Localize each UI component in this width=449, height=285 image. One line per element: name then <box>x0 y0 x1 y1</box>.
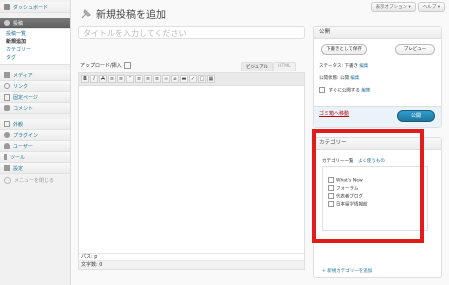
plugin-icon <box>4 132 10 138</box>
page-icon <box>4 93 10 101</box>
menu-comments[interactable]: コメント <box>0 103 70 114</box>
menu-dashboard-label: ダッシュボード <box>13 4 49 11</box>
collapse-menu[interactable]: メニューを閉じる <box>0 174 70 187</box>
submenu-all-posts[interactable]: 投稿一覧 <box>0 30 70 38</box>
users-icon <box>4 143 10 149</box>
menu-posts[interactable]: 投稿 <box>0 18 70 29</box>
submenu-categories[interactable]: カテゴリー <box>0 46 70 54</box>
screen-options-button[interactable]: 表示オプション ▾ <box>370 2 416 12</box>
status-edit-link[interactable]: 編集 <box>359 64 368 69</box>
settings-icon <box>4 165 10 171</box>
save-draft-button[interactable]: 下書きとして保存 <box>321 44 367 55</box>
tab-visual[interactable]: ビジュアル <box>241 62 274 71</box>
schedule-label: すぐに公開する <box>328 88 360 94</box>
tools-icon <box>4 154 7 160</box>
link-icon <box>4 83 10 89</box>
tab-html[interactable]: HTML <box>273 62 296 71</box>
align-center-icon[interactable]: ≡ <box>144 75 152 83</box>
kitchen-sink-icon[interactable]: ▦ <box>207 75 215 83</box>
menu-settings-label: 設定 <box>13 165 24 172</box>
publish-box: 公開 下書きとして保存 プレビュー ステータス: 下書き 編集 公開状態: 公開… <box>313 26 442 128</box>
menu-tools[interactable]: ツール <box>0 152 70 163</box>
publish-button[interactable]: 公開 <box>397 110 435 122</box>
publish-actions: ゴミ箱へ移動 公開 <box>314 106 441 127</box>
publish-box-title: 公開 <box>314 27 441 39</box>
appearance-icon <box>4 121 10 127</box>
link-icon[interactable]: ∞ <box>162 75 170 83</box>
more-tag-icon[interactable]: ▬ <box>180 75 188 83</box>
dashboard-icon <box>4 4 10 10</box>
italic-icon[interactable]: I <box>90 75 98 83</box>
comment-icon <box>4 105 10 111</box>
collapse-icon <box>4 177 11 184</box>
trash-link[interactable]: ゴミ箱へ移動 <box>319 110 349 117</box>
help-label: ヘルプ <box>422 5 437 10</box>
admin-sidebar: ダッシュボード 投稿 投稿一覧 新規追加 カテゴリー タグ メディア リンク 固… <box>0 0 71 285</box>
posts-submenu: 投稿一覧 新規追加 カテゴリー タグ <box>0 29 70 65</box>
visibility-edit-link[interactable]: 編集 <box>350 76 359 81</box>
post-title-input[interactable]: タイトルを入力してください <box>78 26 305 39</box>
menu-posts-label: 投稿 <box>13 20 24 27</box>
bold-icon[interactable]: B <box>81 75 89 83</box>
menu-appearance[interactable]: 外観 <box>0 119 70 130</box>
schedule-edit-link[interactable]: 編集 <box>361 89 370 94</box>
align-right-icon[interactable]: ≡ <box>153 75 161 83</box>
menu-plugins[interactable]: プラグイン <box>0 130 70 141</box>
align-left-icon[interactable]: ≡ <box>135 75 143 83</box>
editor-toolbar: B I A ≡ ≡ “ ≡ ≡ ≡ ∞ ⌀ ▬ ✓ □ ▦ <box>79 73 304 86</box>
visibility-row: 公開状態: 公開 編集 <box>319 75 359 81</box>
menu-media[interactable]: メディア <box>0 70 70 81</box>
menu-dashboard[interactable]: ダッシュボード <box>0 2 70 13</box>
menu-media-label: メディア <box>13 72 33 79</box>
menu-appearance-label: 外観 <box>13 121 24 128</box>
strikethrough-icon[interactable]: A <box>99 75 107 83</box>
bullet-list-icon[interactable]: ≡ <box>108 75 116 83</box>
highlight-frame <box>312 129 424 243</box>
numbered-list-icon[interactable]: ≡ <box>117 75 125 83</box>
screen-options-label: 表示オプション <box>375 5 408 10</box>
menu-pages[interactable]: 固定ページ <box>0 92 70 103</box>
status-row: ステータス: 下書き 編集 <box>319 63 368 69</box>
menu-links[interactable]: リンク <box>0 81 70 92</box>
submenu-add-new[interactable]: 新規追加 <box>0 38 70 46</box>
schedule-row: すぐに公開する 編集 <box>319 87 370 94</box>
visibility-label: 公開状態: 公開 <box>319 76 349 81</box>
pin-icon <box>4 20 10 26</box>
menu-plugins-label: プラグイン <box>13 132 39 139</box>
menu-comments-label: コメント <box>13 105 34 112</box>
submenu-tags[interactable]: タグ <box>0 54 70 62</box>
page-title: 新規投稿を追加 <box>80 6 166 21</box>
help-button[interactable]: ヘルプ ▾ <box>417 2 445 12</box>
spellcheck-icon[interactable]: ✓ <box>189 75 197 83</box>
menu-users-label: ユーザー <box>13 143 33 150</box>
fullscreen-icon[interactable]: □ <box>198 75 206 83</box>
upload-insert-label: アップロード/挿入 <box>80 63 122 69</box>
word-count: 文字数: 0 <box>79 260 304 269</box>
media-insert-icon <box>123 62 131 69</box>
add-category-link[interactable]: + 新規カテゴリーを追加 <box>322 268 372 274</box>
media-icon <box>4 72 10 78</box>
upload-insert[interactable]: アップロード/挿入 <box>80 62 131 69</box>
calendar-icon <box>319 87 325 93</box>
menu-pages-label: 固定ページ <box>13 94 38 101</box>
menu-tools-label: ツール <box>10 154 26 161</box>
editor-path: パス: p <box>79 253 304 260</box>
preview-button[interactable]: プレビュー <box>395 44 435 55</box>
collapse-menu-label: メニューを閉じる <box>14 178 55 184</box>
editor-tabs: ビジュアル HTML <box>241 62 296 71</box>
menu-settings[interactable]: 設定 <box>0 163 70 174</box>
header-buttons: 表示オプション ▾ ヘルプ ▾ <box>370 2 445 12</box>
status-label: ステータス: 下書き <box>319 64 358 69</box>
unlink-icon[interactable]: ⌀ <box>171 75 179 83</box>
page-title-text: 新規投稿を追加 <box>96 10 166 21</box>
menu-links-label: リンク <box>13 83 29 90</box>
pin-icon <box>81 8 92 18</box>
blockquote-icon[interactable]: “ <box>126 75 134 83</box>
post-editor[interactable]: B I A ≡ ≡ “ ≡ ≡ ≡ ∞ ⌀ ▬ ✓ □ ▦ パス: p 文字数:… <box>78 72 305 270</box>
menu-users[interactable]: ユーザー <box>0 141 70 152</box>
